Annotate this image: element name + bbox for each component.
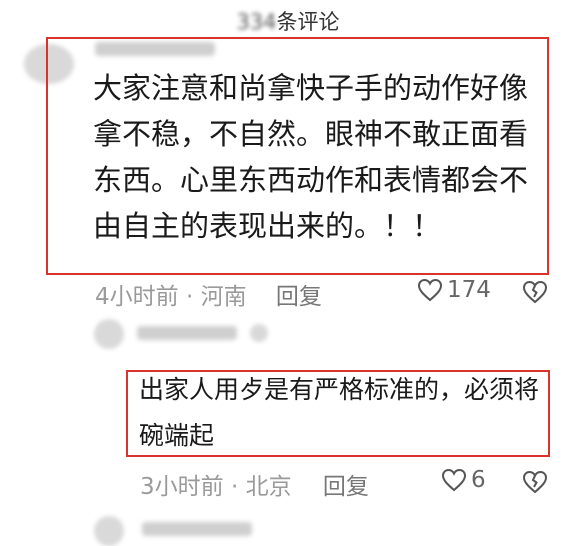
comment-time: 4小时前	[95, 284, 179, 310]
reply-button[interactable]: 回复	[323, 474, 369, 500]
comment-time: 3小时前	[140, 474, 224, 500]
comment-count-title: 334条评论	[0, 6, 576, 36]
broken-heart-icon[interactable]	[522, 470, 548, 494]
comment-count-label: 条评论	[276, 10, 340, 34]
heart-icon	[417, 278, 443, 302]
like-button[interactable]: 6	[441, 467, 486, 493]
reply-button[interactable]: 回复	[276, 284, 322, 310]
comment-meta: 3小时前 · 北京 回复	[140, 474, 369, 500]
avatar[interactable]	[94, 319, 124, 349]
like-count: 6	[471, 467, 486, 493]
like-count: 174	[447, 277, 491, 303]
avatar[interactable]	[250, 324, 268, 342]
like-button[interactable]: 174	[417, 277, 491, 303]
comment-meta: 4小时前 · 河南 回复	[95, 284, 322, 310]
comment-text: 出家人用歺是有严格标准的，必须将碗端起	[139, 375, 540, 450]
heart-icon	[441, 468, 467, 492]
avatar[interactable]	[94, 516, 124, 546]
comment-text: 大家注意和尚拿快子手的动作好像拿不稳，不自然。眼神不敢正面看东西。心里东西动作和…	[93, 71, 529, 243]
username-blurred[interactable]	[137, 326, 237, 340]
comment-location: 河南	[200, 284, 247, 310]
username-blurred[interactable]	[142, 522, 252, 536]
broken-heart-icon[interactable]	[522, 280, 548, 304]
comment-count-number: 334	[236, 10, 277, 34]
comment-location: 北京	[245, 474, 292, 500]
